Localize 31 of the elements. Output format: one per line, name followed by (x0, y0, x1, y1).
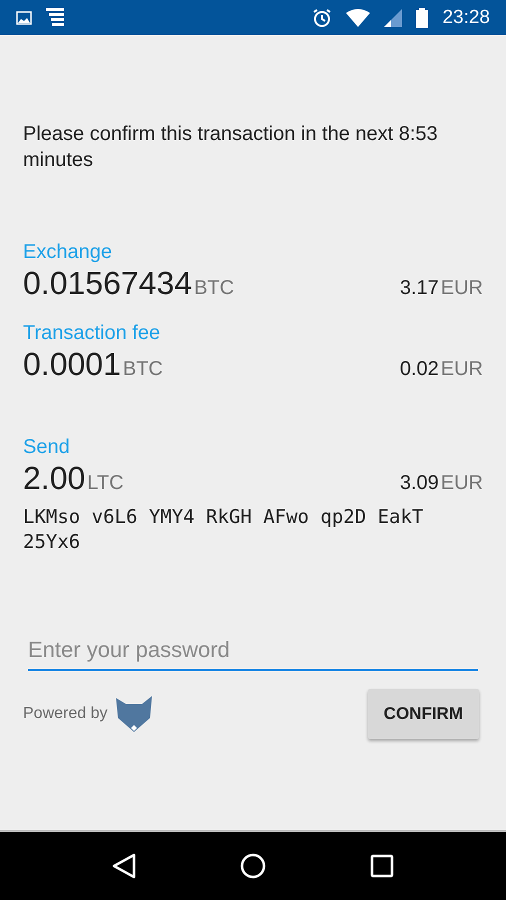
stack-icon (46, 8, 64, 28)
currency-unit: EUR (440, 358, 483, 381)
back-icon[interactable] (112, 853, 136, 879)
entry-label: Transaction fee (23, 321, 162, 346)
powered-by-text: Powered by (23, 705, 108, 723)
currency-unit: BTC (194, 277, 234, 300)
signal-icon (384, 8, 402, 26)
fiat-amount: 3.09 (400, 472, 439, 495)
image-icon (16, 10, 32, 24)
password-field[interactable]: Enter your password (28, 623, 478, 671)
battery-icon (416, 8, 428, 28)
confirm-message: Please confirm this transaction in the next 8:53 minutes (23, 122, 439, 173)
fox-logo-icon (116, 696, 152, 732)
currency-unit: EUR (440, 277, 483, 300)
clock-time: 23:28 (442, 6, 490, 28)
amount: 0.0001 (23, 346, 121, 383)
amount: 0.01567434 (23, 265, 192, 302)
currency-unit: BTC (122, 358, 163, 381)
fiat-amount: 3.17 (400, 277, 439, 300)
currency-unit: EUR (440, 472, 483, 495)
home-icon[interactable] (240, 853, 266, 879)
amount: 2.00 (23, 460, 86, 497)
alarm-icon (312, 8, 332, 28)
entry-label: Send (23, 435, 71, 460)
fiat-amount: 0.02 (400, 358, 439, 381)
currency-unit: LTC (87, 472, 124, 495)
recents-icon[interactable] (370, 854, 394, 878)
confirm-button[interactable]: CONFIRM (368, 689, 479, 739)
wifi-icon (346, 8, 370, 26)
wallet-address: LKMso v6L6 YMY4 RkGH AFwo qp2D EakT 25Yx6 (23, 505, 424, 555)
entry-label: Exchange (23, 240, 113, 265)
